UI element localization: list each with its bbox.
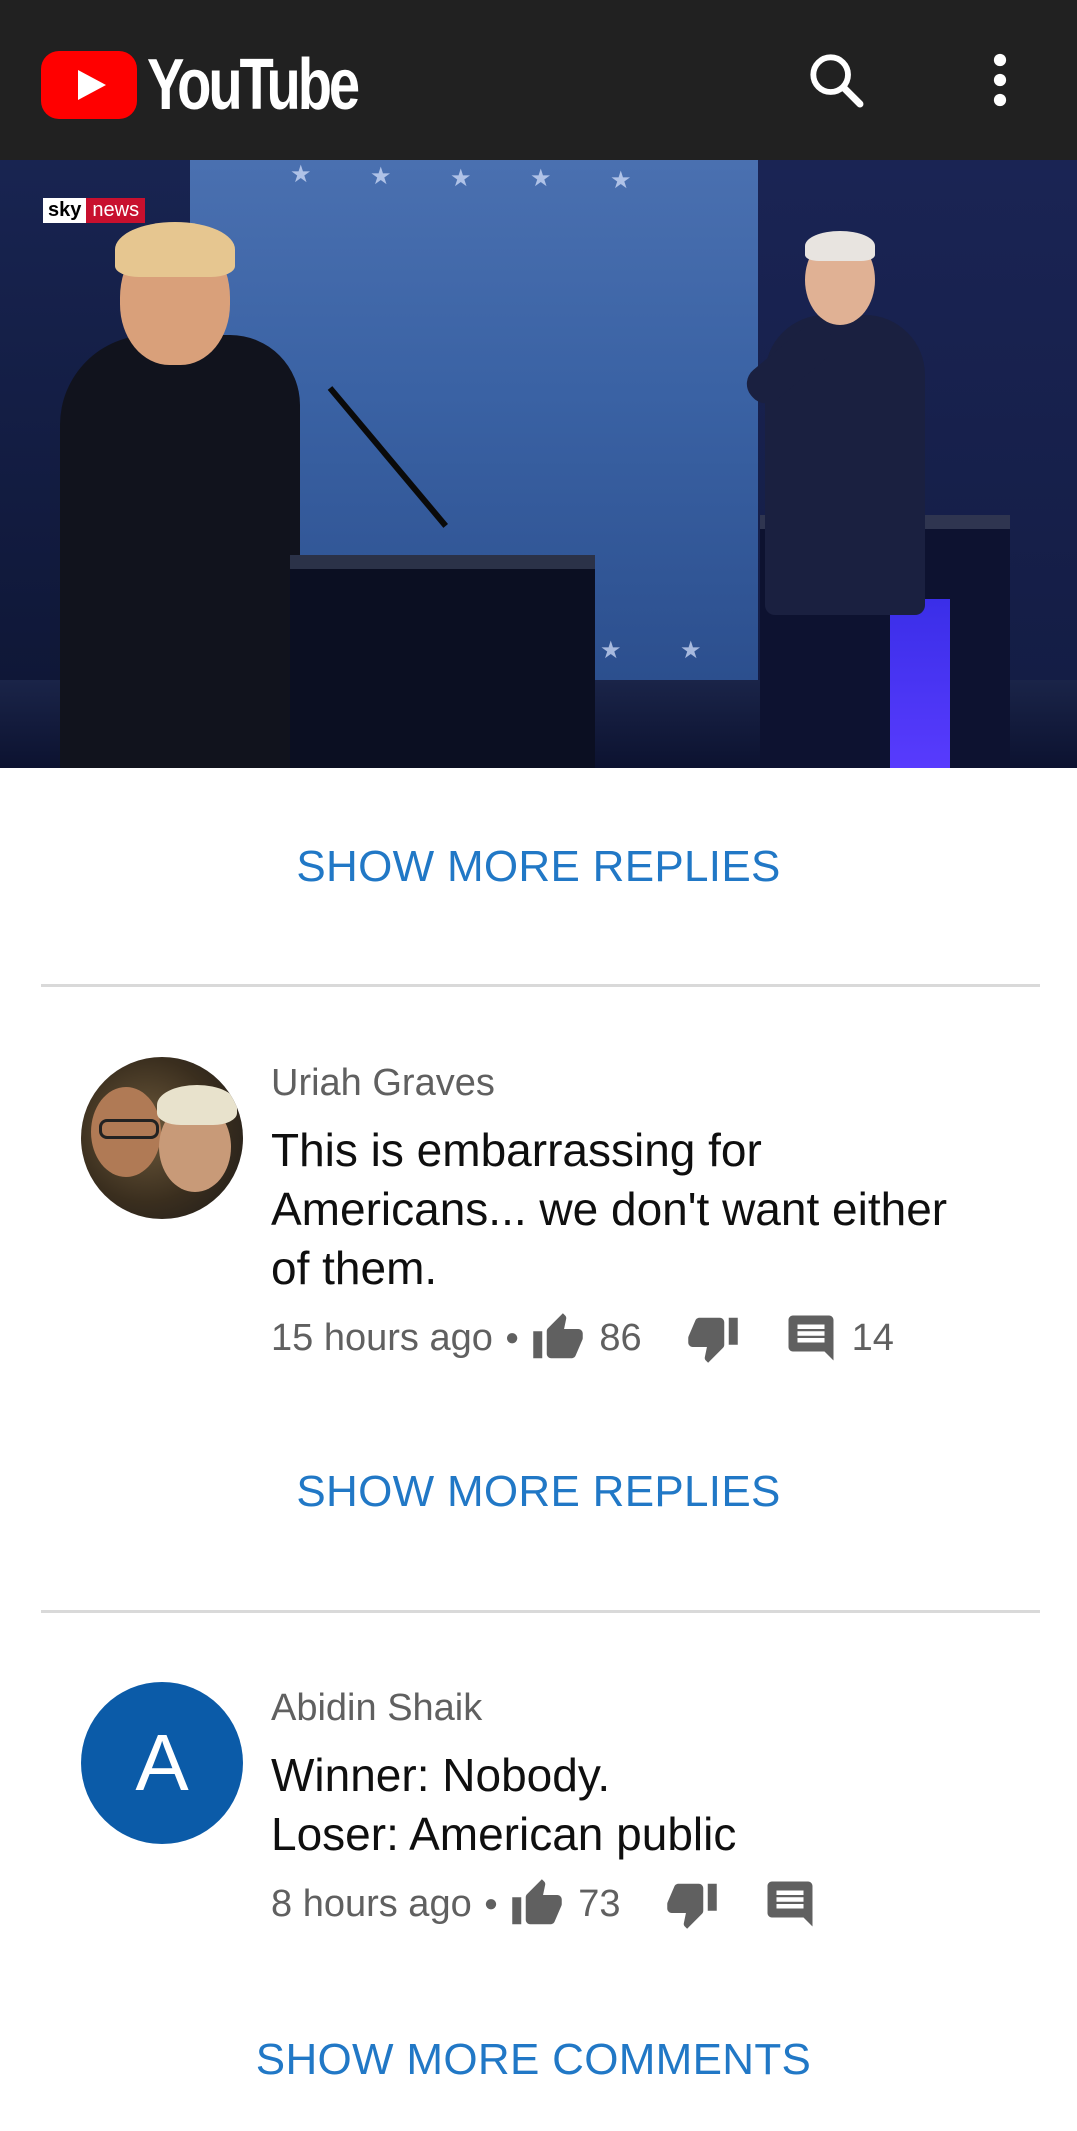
separator-dot: ● xyxy=(504,1324,520,1351)
comment-icon xyxy=(767,1881,812,1927)
thumb-up-icon xyxy=(512,1879,562,1925)
star-decoration: ★ xyxy=(530,165,552,192)
divider xyxy=(41,984,1040,987)
podium-left xyxy=(290,555,595,768)
comment-actions: 15 hours ago ● 86 14 xyxy=(271,1308,894,1368)
youtube-wordmark: YouTube xyxy=(147,45,360,125)
separator-dot: ● xyxy=(483,1890,499,1917)
dislike-button[interactable] xyxy=(665,1877,719,1931)
youtube-logo[interactable]: YouTube xyxy=(41,44,416,126)
youtube-play-icon xyxy=(41,51,137,119)
show-more-replies-button[interactable]: SHOW MORE REPLIES xyxy=(0,842,1077,892)
comment-timestamp: 8 hours ago xyxy=(271,1882,472,1925)
reply-button[interactable]: 14 xyxy=(784,1311,894,1365)
star-decoration: ★ xyxy=(600,637,622,664)
star-decoration: ★ xyxy=(680,637,702,664)
comment-text: This is embarrassing for Americans... we… xyxy=(271,1124,948,1294)
search-icon xyxy=(810,54,864,108)
like-button[interactable]: 86 xyxy=(531,1311,642,1365)
avatar[interactable] xyxy=(81,1057,243,1219)
comment-timestamp: 15 hours ago xyxy=(271,1316,493,1359)
like-count: 73 xyxy=(578,1882,621,1925)
more-vert-icon xyxy=(993,53,1007,107)
channel-watermark: sky news xyxy=(43,198,146,223)
thumb-down-icon xyxy=(687,1317,738,1363)
video-player[interactable]: ★ ★ ★ ★ ★ ★ ★ sky news xyxy=(0,160,1077,768)
dislike-button[interactable] xyxy=(686,1311,740,1365)
show-more-comments-button[interactable]: SHOW MORE COMMENTS xyxy=(0,2035,1072,2085)
speaker-right xyxy=(735,231,975,655)
speaker-left xyxy=(60,222,310,768)
thumb-up-icon xyxy=(533,1313,584,1359)
comment-author[interactable]: Abidin Shaik xyxy=(271,1687,482,1730)
avatar[interactable]: A xyxy=(81,1682,243,1844)
more-options-button[interactable] xyxy=(960,40,1040,120)
search-button[interactable] xyxy=(796,40,876,120)
star-decoration: ★ xyxy=(610,167,632,194)
show-more-replies-button[interactable]: SHOW MORE REPLIES xyxy=(0,1467,1077,1517)
like-button[interactable]: 73 xyxy=(510,1877,621,1931)
divider xyxy=(41,1610,1040,1613)
comment-text: Winner: Nobody. Loser: American public xyxy=(271,1749,737,1860)
comment-author[interactable]: Uriah Graves xyxy=(271,1062,495,1105)
reply-button[interactable] xyxy=(763,1877,817,1931)
top-app-bar: YouTube xyxy=(0,0,1077,160)
star-decoration: ★ xyxy=(290,161,312,188)
thumb-down-icon xyxy=(666,1883,717,1929)
like-count: 86 xyxy=(599,1316,642,1359)
star-decoration: ★ xyxy=(450,165,472,192)
reply-count: 14 xyxy=(851,1316,894,1359)
star-decoration: ★ xyxy=(370,163,392,190)
comment-icon xyxy=(788,1315,834,1361)
comment-actions: 8 hours ago ● 73 xyxy=(271,1874,817,1934)
